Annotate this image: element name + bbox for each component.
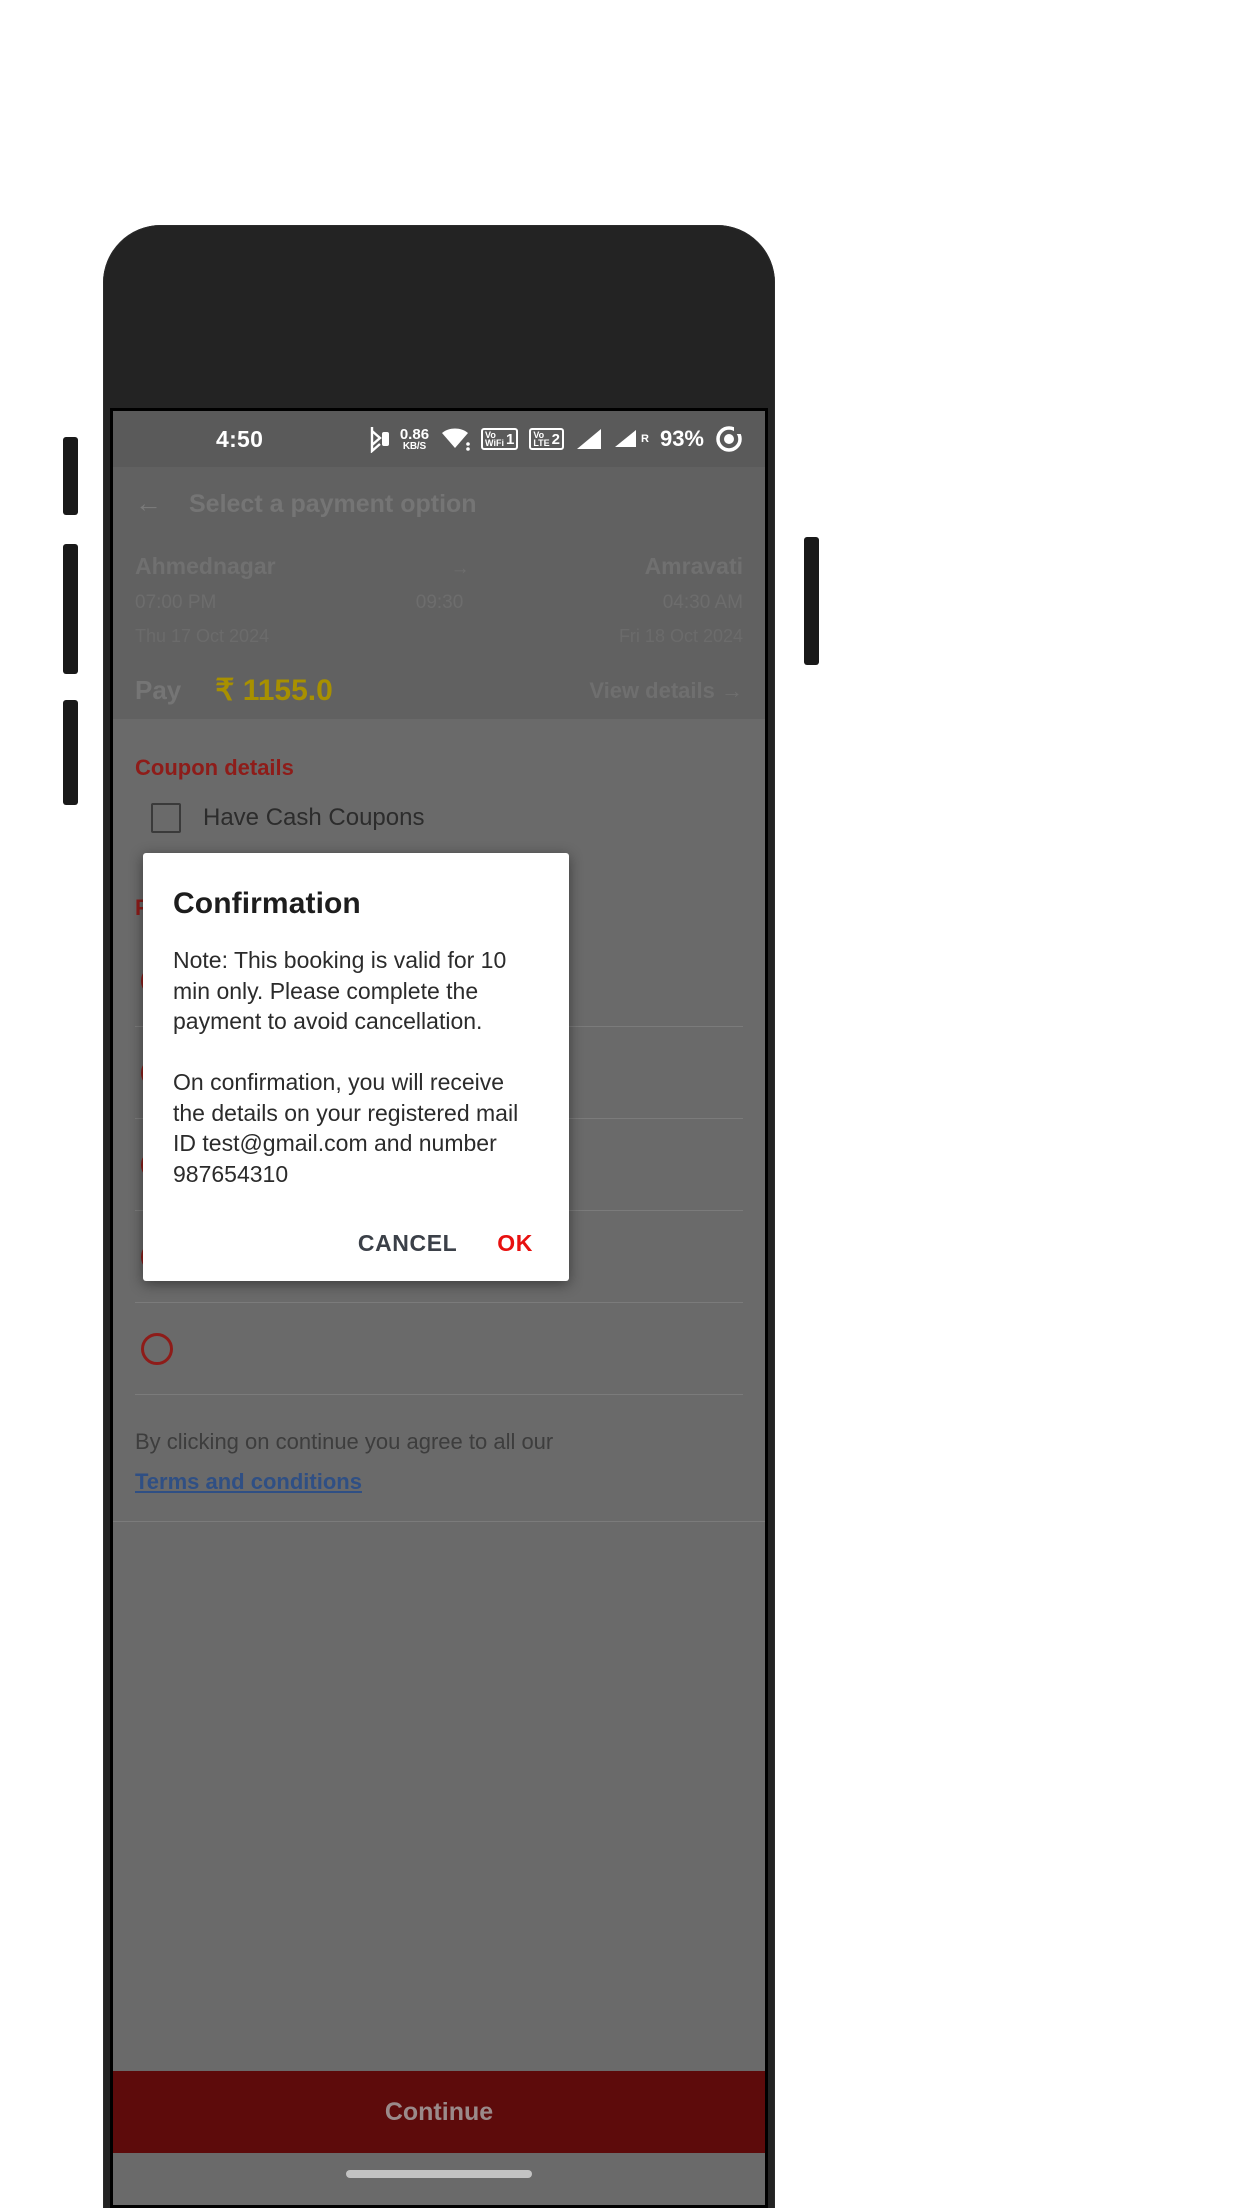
booking-summary: ← Select a payment option Ahmednagar → A… xyxy=(113,467,765,719)
data-rate-unit: KB/S xyxy=(402,440,426,452)
route-times-row: 07:00 PM 09:30 04:30 AM xyxy=(135,592,743,614)
route-dates-row: Thu 17 Oct 2024 Fri 18 Oct 2024 xyxy=(135,626,743,647)
to-city: Amravati xyxy=(644,553,743,579)
dialog-cancel-button[interactable]: CANCEL xyxy=(358,1230,457,1257)
signal-bars-roaming-icon: R xyxy=(614,427,649,451)
terms-section: By clicking on continue you agree to all… xyxy=(113,1395,765,1521)
pay-amount: ₹ 1155.0 xyxy=(215,674,333,707)
dialog-actions: CANCEL OK xyxy=(173,1230,539,1263)
app-bar: ← Select a payment option xyxy=(135,467,743,541)
status-bar-icons: 0.86 KB/S Vo WiFi 1 Vo LTE 2 R 93% xyxy=(363,425,743,453)
depart-date: Thu 17 Oct 2024 xyxy=(135,626,270,646)
terms-and-conditions-link[interactable]: Terms and conditions xyxy=(135,1469,362,1495)
battery-circle-icon xyxy=(715,425,743,453)
depart-time: 07:00 PM xyxy=(135,592,217,613)
pay-label: Pay xyxy=(135,675,182,705)
arrow-right-icon: → xyxy=(450,558,470,579)
phone-volume-up-button[interactable] xyxy=(63,544,78,674)
pay-row: Pay ₹ 1155.0 View details → xyxy=(135,673,743,708)
phone-power-button[interactable] xyxy=(804,537,819,665)
view-details-label: View details xyxy=(589,677,715,703)
arrive-time: 04:30 AM xyxy=(662,592,743,613)
payment-option-radio[interactable] xyxy=(141,1332,173,1365)
page-content: ← Select a payment option Ahmednagar → A… xyxy=(113,467,765,2205)
chevron-right-icon: → xyxy=(721,677,743,703)
screen-bezel: 4:50 0.86 KB/S Vo WiFi 1 Vo LTE 2 R 93% … xyxy=(110,408,768,2208)
dialog-message: Note: This booking is valid for 10 min o… xyxy=(173,947,519,1188)
phone-button-left-top[interactable] xyxy=(63,437,78,515)
signal-bars-icon xyxy=(575,427,603,451)
continue-button[interactable]: Continue xyxy=(113,2071,765,2153)
vowifi-icon: Vo WiFi 1 xyxy=(481,427,519,451)
terms-agreement-text: By clicking on continue you agree to all… xyxy=(135,1429,554,1454)
view-details-link[interactable]: View details → xyxy=(589,678,743,704)
coupon-section: Coupon details Have Cash Coupons xyxy=(113,733,765,859)
system-nav-bar xyxy=(113,2153,765,2205)
screenshot-root: 4:50 0.86 KB/S Vo WiFi 1 Vo LTE 2 R 93% … xyxy=(0,0,1242,2208)
data-rate-indicator: 0.86 KB/S xyxy=(400,427,429,452)
data-rate-value: 0.86 xyxy=(399,425,430,443)
have-cash-coupons-checkbox[interactable] xyxy=(151,803,181,833)
wifi-icon xyxy=(440,427,470,451)
dialog-title: Confirmation xyxy=(173,887,361,920)
have-cash-coupons-row[interactable]: Have Cash Coupons xyxy=(135,781,743,859)
status-bar: 4:50 0.86 KB/S Vo WiFi 1 Vo LTE 2 R 93% xyxy=(113,411,765,467)
continue-button-label: Continue xyxy=(384,2097,494,2126)
vowifi-label-bottom: WiFi xyxy=(485,438,504,448)
have-cash-coupons-label: Have Cash Coupons xyxy=(203,804,425,831)
home-indicator[interactable] xyxy=(346,2170,532,2178)
payment-option-row[interactable] xyxy=(135,1303,743,1395)
trip-duration: 09:30 xyxy=(415,592,464,613)
phone-volume-down-button[interactable] xyxy=(63,700,78,805)
battery-percent-label: 93% xyxy=(659,426,704,451)
volte-icon: Vo LTE 2 xyxy=(529,427,564,451)
device-screen: 4:50 0.86 KB/S Vo WiFi 1 Vo LTE 2 R 93% … xyxy=(113,411,765,2205)
volte-sim-number: 2 xyxy=(551,430,560,448)
bluetooth-icon xyxy=(363,425,389,453)
coupon-section-title: Coupon details xyxy=(135,755,294,780)
section-gap xyxy=(113,719,765,733)
terms-divider xyxy=(113,1521,765,1522)
vowifi-sim-number: 1 xyxy=(505,430,515,448)
confirmation-dialog: Confirmation Note: This booking is valid… xyxy=(143,853,569,1281)
from-city: Ahmednagar xyxy=(135,553,276,579)
route-cities-row: Ahmednagar → Amravati xyxy=(135,553,743,580)
dialog-ok-button[interactable]: OK xyxy=(497,1230,533,1257)
arrive-date: Fri 18 Oct 2024 xyxy=(618,626,743,646)
volte-label-bottom: LTE xyxy=(533,438,550,448)
back-arrow-icon[interactable]: ← xyxy=(135,490,162,517)
page-title: Select a payment option xyxy=(189,489,477,518)
roaming-label: R xyxy=(641,433,649,445)
status-bar-clock: 4:50 xyxy=(216,425,264,452)
